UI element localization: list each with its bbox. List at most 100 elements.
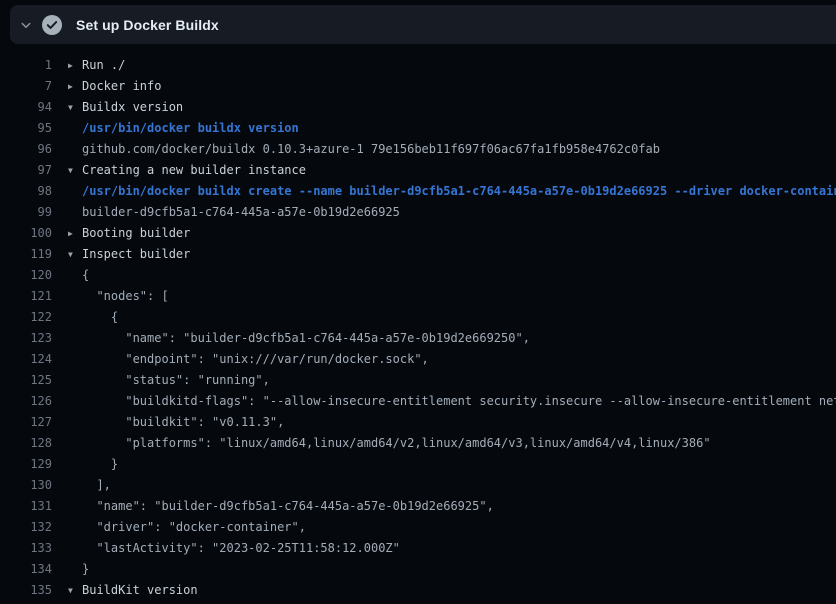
log-lines: 1▶Run ./7▶Docker info94▼Buildx version95…: [0, 55, 836, 604]
line-content[interactable]: ▼Inspect builder: [68, 244, 836, 265]
line-content: "name": "builder-d9cfb5a1-c764-445a-a57e…: [68, 328, 836, 349]
line-content: /usr/bin/docker buildx create --name bui…: [68, 181, 836, 202]
triangle-right-icon[interactable]: ▶: [68, 223, 82, 244]
log-viewer: 1▶Run ./7▶Docker info94▼Buildx version95…: [0, 44, 836, 604]
line-number[interactable]: 94: [0, 97, 52, 118]
triangle-down-icon[interactable]: ▼: [68, 97, 82, 118]
log-group-row[interactable]: 135 ▼BuildKit version: [0, 580, 836, 601]
line-content[interactable]: ▼Buildx version: [68, 97, 836, 118]
step-header[interactable]: Set up Docker Buildx: [10, 5, 836, 44]
log-group-row[interactable]: 7 ▶Docker info: [0, 76, 836, 97]
triangle-down-icon[interactable]: ▼: [68, 160, 82, 181]
line-content: "lastActivity": "2023-02-25T11:58:12.000…: [68, 538, 836, 559]
line-number[interactable]: 127: [0, 412, 52, 433]
line-number[interactable]: 131: [0, 496, 52, 517]
log-group-row[interactable]: 100 ▶Booting builder: [0, 223, 836, 244]
command-text: /usr/bin/docker buildx version: [68, 118, 299, 139]
log-line-row: 129 }: [0, 454, 836, 475]
line-content: builder-d9cfb5a1-c764-445a-a57e-0b19d2e6…: [68, 202, 836, 223]
line-number[interactable]: 133: [0, 538, 52, 559]
line-number[interactable]: 124: [0, 349, 52, 370]
log-line-row: 98/usr/bin/docker buildx create --name b…: [0, 181, 836, 202]
line-number[interactable]: 100: [0, 223, 52, 244]
line-number[interactable]: 128: [0, 433, 52, 454]
line-content[interactable]: ▶Run ./: [68, 55, 836, 76]
line-content: {: [68, 265, 836, 286]
log-group-row[interactable]: 94 ▼Buildx version: [0, 97, 836, 118]
line-content: "nodes": [: [68, 286, 836, 307]
output-text: }: [68, 454, 118, 475]
log-line-row: 95/usr/bin/docker buildx version: [0, 118, 836, 139]
group-title: Buildx version: [82, 100, 183, 114]
log-group-row[interactable]: 119 ▼Inspect builder: [0, 244, 836, 265]
line-number[interactable]: 119: [0, 244, 52, 265]
line-number[interactable]: 126: [0, 391, 52, 412]
line-number[interactable]: 130: [0, 475, 52, 496]
triangle-right-icon[interactable]: ▶: [68, 55, 82, 76]
output-text: "buildkitd-flags": "--allow-insecure-ent…: [68, 391, 836, 412]
output-text: }: [68, 559, 89, 580]
log-line-row: 134}: [0, 559, 836, 580]
output-text: {: [68, 307, 118, 328]
triangle-down-icon[interactable]: ▼: [68, 580, 82, 601]
line-number[interactable]: 125: [0, 370, 52, 391]
group-title: Creating a new builder instance: [82, 163, 306, 177]
line-content: ],: [68, 475, 836, 496]
line-content: {: [68, 307, 836, 328]
group-title: Docker info: [82, 79, 161, 93]
line-number[interactable]: 99: [0, 202, 52, 223]
group-title: Booting builder: [82, 226, 190, 240]
chevron-down-icon[interactable]: [18, 17, 34, 33]
log-line-row: 127 "buildkit": "v0.11.3",: [0, 412, 836, 433]
step-title: Set up Docker Buildx: [76, 17, 219, 33]
line-content: "status": "running",: [68, 370, 836, 391]
line-content: "endpoint": "unix:///var/run/docker.sock…: [68, 349, 836, 370]
check-circle-icon: [42, 15, 62, 35]
output-text: "name": "builder-d9cfb5a1-c764-445a-a57e…: [68, 328, 530, 349]
line-number[interactable]: 97: [0, 160, 52, 181]
line-number[interactable]: 95: [0, 118, 52, 139]
line-number[interactable]: 135: [0, 580, 52, 601]
output-text: "nodes": [: [68, 286, 169, 307]
line-content[interactable]: ▼BuildKit version: [68, 580, 836, 601]
line-content[interactable]: ▶Booting builder: [68, 223, 836, 244]
group-title: Inspect builder: [82, 247, 190, 261]
output-text: "lastActivity": "2023-02-25T11:58:12.000…: [68, 538, 400, 559]
log-line-row: 126 "buildkitd-flags": "--allow-insecure…: [0, 391, 836, 412]
output-text: "status": "running",: [68, 370, 270, 391]
log-line-row: 96github.com/docker/buildx 0.10.3+azure-…: [0, 139, 836, 160]
triangle-right-icon[interactable]: ▶: [68, 76, 82, 97]
log-line-row: 125 "status": "running",: [0, 370, 836, 391]
line-content[interactable]: ▼Creating a new builder instance: [68, 160, 836, 181]
line-number[interactable]: 134: [0, 559, 52, 580]
log-group-row[interactable]: 97 ▼Creating a new builder instance: [0, 160, 836, 181]
log-line-row: 133 "lastActivity": "2023-02-25T11:58:12…: [0, 538, 836, 559]
line-number[interactable]: 98: [0, 181, 52, 202]
log-group-row[interactable]: 1 ▶Run ./: [0, 55, 836, 76]
triangle-down-icon[interactable]: ▼: [68, 244, 82, 265]
line-number[interactable]: 129: [0, 454, 52, 475]
command-text: /usr/bin/docker buildx create --name bui…: [68, 181, 836, 202]
group-title: BuildKit version: [82, 583, 198, 597]
output-text: "name": "builder-d9cfb5a1-c764-445a-a57e…: [68, 496, 494, 517]
line-number[interactable]: 132: [0, 517, 52, 538]
line-number[interactable]: 120: [0, 265, 52, 286]
line-content: }: [68, 559, 836, 580]
line-number[interactable]: 1: [0, 55, 52, 76]
line-content[interactable]: ▶Docker info: [68, 76, 836, 97]
line-content: "platforms": "linux/amd64,linux/amd64/v2…: [68, 433, 836, 454]
line-content: }: [68, 454, 836, 475]
log-line-row: 132 "driver": "docker-container",: [0, 517, 836, 538]
output-text: "buildkit": "v0.11.3",: [68, 412, 284, 433]
line-number[interactable]: 96: [0, 139, 52, 160]
log-line-row: 121 "nodes": [: [0, 286, 836, 307]
line-number[interactable]: 121: [0, 286, 52, 307]
line-number[interactable]: 7: [0, 76, 52, 97]
output-text: {: [68, 265, 89, 286]
output-text: builder-d9cfb5a1-c764-445a-a57e-0b19d2e6…: [68, 202, 400, 223]
line-content: "buildkit": "v0.11.3",: [68, 412, 836, 433]
line-number[interactable]: 123: [0, 328, 52, 349]
line-number[interactable]: 122: [0, 307, 52, 328]
log-line-row: 99 builder-d9cfb5a1-c764-445a-a57e-0b19d2…: [0, 202, 836, 223]
line-content: "driver": "docker-container",: [68, 517, 836, 538]
